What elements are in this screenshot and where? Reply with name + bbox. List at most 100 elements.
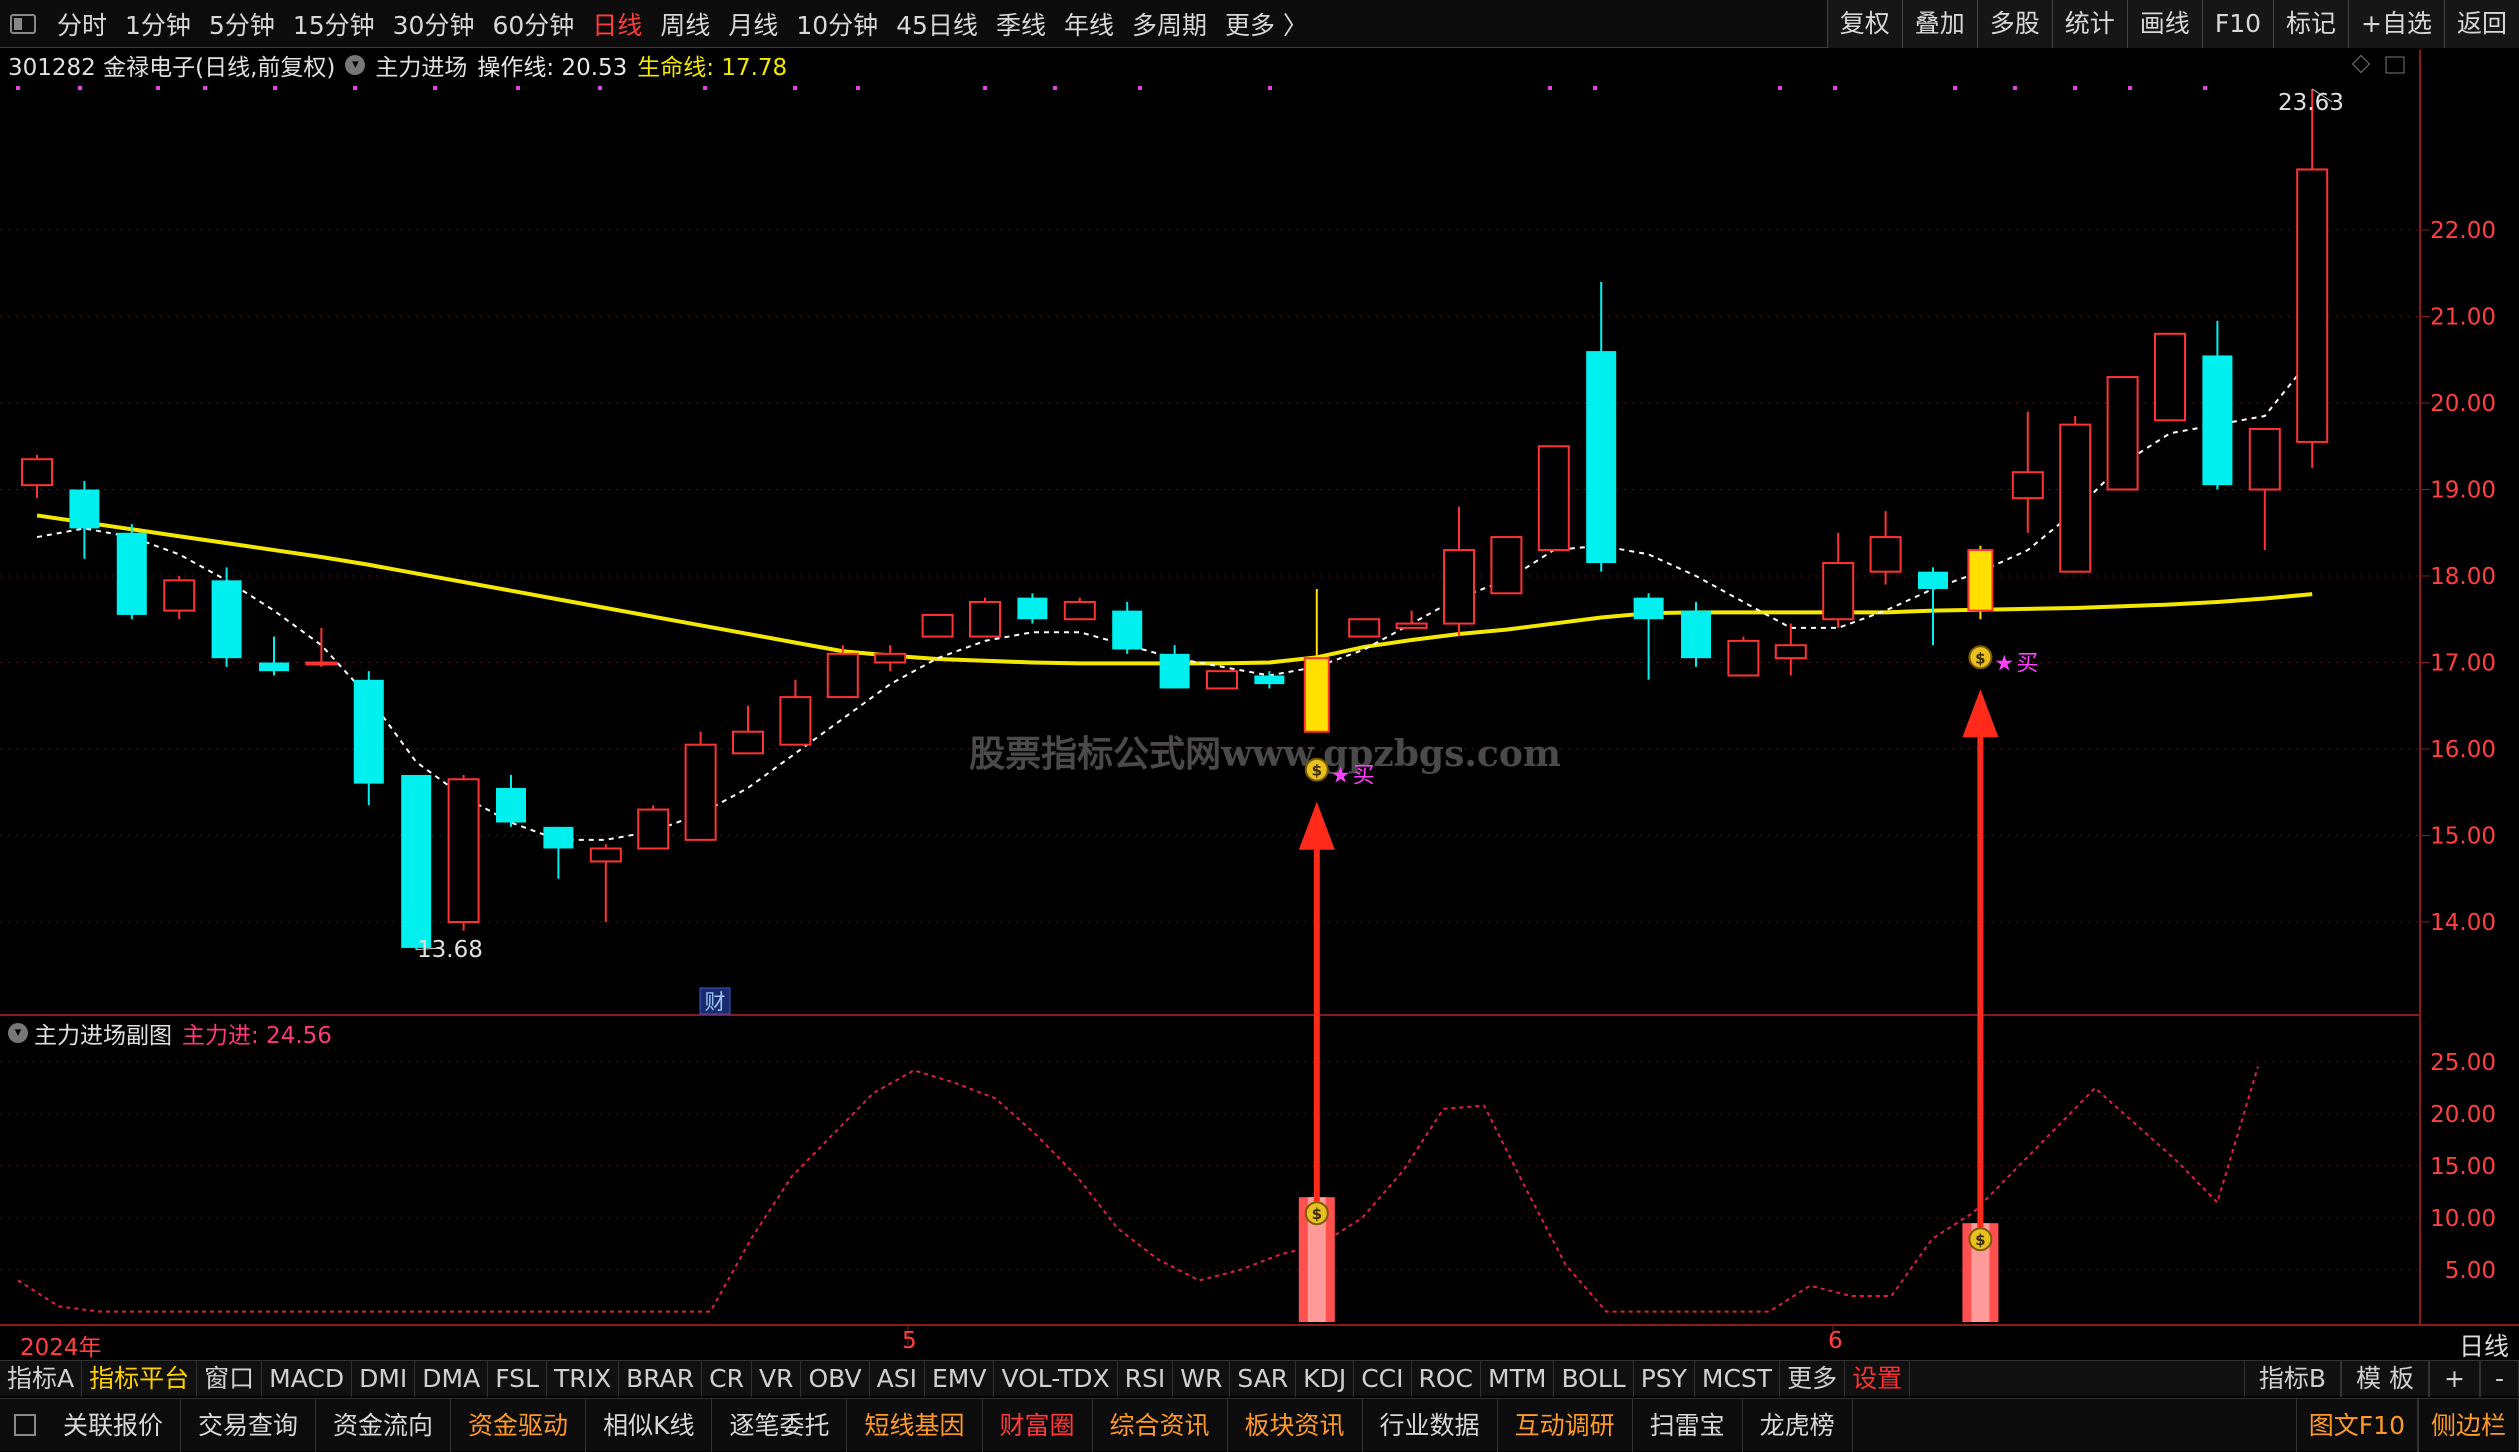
function-tab-2[interactable]: 资金流向 bbox=[316, 1398, 452, 1452]
indicator-tab-right-1[interactable]: 模 板 bbox=[2341, 1361, 2430, 1397]
candle-body bbox=[353, 679, 384, 784]
indicator-tab-24[interactable]: MCST bbox=[1695, 1360, 1781, 1397]
price-axis-label: 16.00 bbox=[2430, 737, 2496, 763]
candle-body bbox=[305, 661, 338, 666]
signal-dot bbox=[983, 86, 987, 90]
indicator-tab-18[interactable]: KDJ bbox=[1296, 1360, 1355, 1397]
function-tab-8[interactable]: 综合资讯 bbox=[1093, 1398, 1228, 1452]
indicator-tab-22[interactable]: BOLL bbox=[1554, 1360, 1634, 1397]
function-right-0[interactable]: 图文F10 bbox=[2295, 1399, 2418, 1452]
candle-body bbox=[1822, 562, 1855, 621]
indicator-tab-10[interactable]: VR bbox=[752, 1360, 802, 1397]
function-tab-11[interactable]: 互动调研 bbox=[1498, 1398, 1633, 1452]
signal-dot bbox=[856, 86, 860, 90]
indicator-tab-4[interactable]: DMI bbox=[352, 1360, 416, 1397]
price-axis-label: 20.00 bbox=[2430, 391, 2496, 417]
candle bbox=[1681, 601, 1711, 667]
indicator-tab-2[interactable]: 窗口 bbox=[197, 1360, 263, 1397]
signal-dot bbox=[2128, 86, 2132, 90]
indicator-tab-right-0[interactable]: 指标B bbox=[2243, 1361, 2342, 1397]
indicator-tab-3[interactable]: MACD bbox=[262, 1360, 353, 1397]
candle-body bbox=[1159, 653, 1190, 689]
signal-dot bbox=[2073, 86, 2077, 90]
cai-badge[interactable]: 财 bbox=[699, 987, 731, 1015]
candle-body bbox=[1395, 622, 1428, 629]
watermark: 股票指标公式网www.gpzbgs.com bbox=[969, 733, 1561, 775]
function-tab-5[interactable]: 逐笔委托 bbox=[712, 1398, 848, 1452]
indicator-tab-5[interactable]: DMA bbox=[415, 1360, 489, 1397]
high-price-label: 23.63 bbox=[2278, 90, 2344, 116]
price-axis-label: 19.00 bbox=[2430, 478, 2496, 504]
candle bbox=[2106, 376, 2139, 491]
candle bbox=[116, 524, 147, 620]
candle bbox=[637, 805, 670, 850]
sub-axis-label: 25.00 bbox=[2430, 1050, 2496, 1076]
indicator-tab-0[interactable]: 指标A bbox=[0, 1360, 83, 1397]
candle bbox=[543, 826, 574, 879]
indicator-tab-right-2[interactable]: + bbox=[2429, 1361, 2480, 1397]
candle bbox=[1537, 445, 1570, 552]
indicator-tab-15[interactable]: RSI bbox=[1118, 1360, 1174, 1397]
function-tab-1[interactable]: 交易查询 bbox=[181, 1398, 317, 1452]
price-axis-label: 15.00 bbox=[2430, 824, 2496, 850]
function-tab-13[interactable]: 龙虎榜 bbox=[1743, 1398, 1853, 1452]
candle-body bbox=[1348, 618, 1381, 638]
indicator-tab-23[interactable]: PSY bbox=[1634, 1360, 1695, 1397]
candle bbox=[2248, 427, 2281, 551]
function-tab-4[interactable]: 相似K线 bbox=[586, 1398, 713, 1452]
candle bbox=[589, 844, 622, 922]
signal-dot bbox=[793, 86, 797, 90]
indicator-tab-26[interactable]: 设置 bbox=[1845, 1360, 1911, 1397]
indicator-tab-11[interactable]: OBV bbox=[801, 1360, 870, 1397]
function-tab-10[interactable]: 行业数据 bbox=[1363, 1398, 1498, 1452]
candle bbox=[2059, 415, 2092, 573]
candle bbox=[1869, 511, 1902, 585]
candle bbox=[1206, 670, 1238, 690]
candle bbox=[21, 454, 53, 499]
indicator-tab-21[interactable]: MTM bbox=[1481, 1360, 1555, 1397]
signal-dot bbox=[2203, 86, 2207, 90]
candlestick-chart[interactable]: 22.00 21.00 20.00 19.00 18.00 17.00 16.00 15.00… bbox=[0, 0, 2519, 1360]
signal-dot bbox=[1833, 86, 1837, 90]
candle bbox=[259, 636, 289, 676]
candle-body bbox=[1112, 610, 1143, 650]
candle-body bbox=[2106, 376, 2139, 491]
candle-body bbox=[1918, 571, 1948, 589]
indicator-tab-7[interactable]: TRIX bbox=[547, 1360, 620, 1397]
candle bbox=[447, 774, 480, 931]
function-tab-0[interactable]: 关联报价 bbox=[46, 1398, 182, 1452]
money-bag-glyph: $ bbox=[1312, 1205, 1322, 1223]
indicator-tab-6[interactable]: FSL bbox=[488, 1360, 547, 1397]
indicator-tab-1[interactable]: 指标平台 bbox=[82, 1360, 198, 1397]
indicator-tab-12[interactable]: ASI bbox=[870, 1360, 925, 1397]
candle-body bbox=[969, 600, 1001, 638]
function-tab-9[interactable]: 板块资讯 bbox=[1228, 1398, 1363, 1452]
signal-dot bbox=[1953, 86, 1957, 90]
signal-dot bbox=[598, 86, 602, 90]
candle-body bbox=[1443, 549, 1475, 625]
function-tab-6[interactable]: 短线基因 bbox=[847, 1398, 983, 1452]
indicator-tab-17[interactable]: SAR bbox=[1230, 1360, 1297, 1397]
indicator-tab-20[interactable]: ROC bbox=[1412, 1360, 1482, 1397]
indicator-tab-25[interactable]: 更多 bbox=[1780, 1360, 1846, 1397]
panel-toggle-icon[interactable] bbox=[14, 1414, 36, 1436]
indicator-tab-8[interactable]: BRAR bbox=[619, 1360, 703, 1397]
function-tab-3[interactable]: 资金驱动 bbox=[451, 1398, 587, 1452]
candle-body bbox=[447, 778, 480, 924]
function-right-1[interactable]: 侧边栏 bbox=[2417, 1399, 2519, 1452]
indicator-tab-16[interactable]: WR bbox=[1173, 1360, 1231, 1397]
candle bbox=[2296, 89, 2329, 468]
function-tab-7[interactable]: 财富圈 bbox=[983, 1398, 1093, 1452]
indicator-tab-19[interactable]: CCI bbox=[1354, 1360, 1412, 1397]
signal-dot bbox=[78, 86, 82, 90]
candle-body bbox=[496, 787, 526, 823]
indicator-tab-right-3[interactable]: - bbox=[2479, 1361, 2519, 1397]
candle-body bbox=[2154, 332, 2186, 422]
indicator-tab-13[interactable]: EMV bbox=[925, 1360, 995, 1397]
indicator-tab-9[interactable]: CR bbox=[702, 1360, 752, 1397]
candle-body bbox=[163, 579, 196, 612]
cai-badge-label: 财 bbox=[705, 990, 726, 1014]
function-tab-12[interactable]: 扫雷宝 bbox=[1633, 1398, 1743, 1452]
indicator-tab-14[interactable]: VOL-TDX bbox=[994, 1360, 1118, 1397]
candle bbox=[779, 679, 812, 746]
